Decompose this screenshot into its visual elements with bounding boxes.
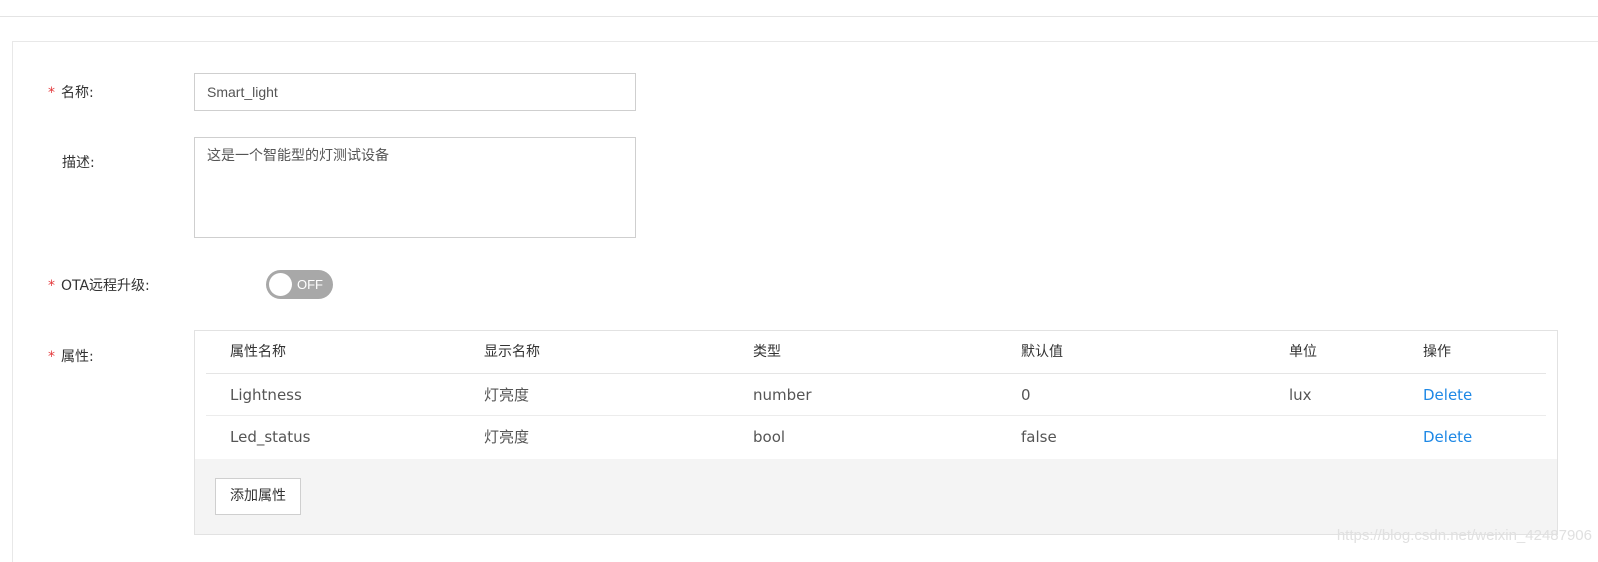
description-textarea[interactable]: 这是一个智能型的灯测试设备: [194, 137, 636, 238]
attribute-unit: lux: [1289, 386, 1312, 404]
column-header: 操作: [1423, 344, 1451, 360]
column-header: 类型: [753, 344, 781, 360]
attributes-panel: 属性名称 显示名称 类型 默认值 单位 操作 Lightness 灯亮度 num…: [194, 330, 1558, 535]
required-mark: *: [48, 349, 55, 365]
delete-link[interactable]: Delete: [1423, 374, 1472, 416]
attribute-type: number: [753, 386, 812, 404]
attributes-label: * 属性:: [48, 349, 94, 365]
attribute-default: 0: [1021, 386, 1031, 404]
toggle-state-text: OFF: [297, 277, 323, 292]
column-header: 属性名称: [230, 344, 286, 360]
attribute-display-name: 灯亮度: [484, 428, 530, 446]
description-label: 描述:: [62, 155, 95, 171]
attribute-display-name: 灯亮度: [484, 386, 530, 404]
column-header: 默认值: [1021, 344, 1063, 360]
top-divider: [0, 16, 1598, 17]
table-row: Lightness 灯亮度 number 0 lux Delete: [206, 374, 1546, 416]
toggle-knob: [269, 273, 292, 296]
ota-label: * OTA远程升级:: [48, 278, 150, 294]
delete-link[interactable]: Delete: [1423, 416, 1472, 458]
attribute-default: false: [1021, 428, 1057, 446]
name-input[interactable]: Smart_light: [194, 73, 636, 111]
name-label: * 名称:: [48, 85, 94, 101]
attributes-table: 属性名称 显示名称 类型 默认值 单位 操作 Lightness 灯亮度 num…: [195, 331, 1557, 459]
required-mark: *: [48, 85, 55, 101]
attribute-name: Lightness: [230, 386, 302, 404]
watermark: https://blog.csdn.net/weixin_42487906: [1336, 527, 1592, 544]
attribute-name: Led_status: [230, 428, 311, 446]
add-attribute-button[interactable]: 添加属性: [215, 478, 301, 515]
column-header: 显示名称: [484, 344, 540, 360]
attribute-type: bool: [753, 428, 786, 446]
required-mark: *: [48, 278, 55, 294]
table-row: Led_status 灯亮度 bool false Delete: [206, 416, 1546, 458]
table-header-row: 属性名称 显示名称 类型 默认值 单位 操作: [206, 331, 1546, 374]
ota-toggle[interactable]: OFF: [266, 270, 333, 299]
column-header: 单位: [1289, 344, 1317, 360]
